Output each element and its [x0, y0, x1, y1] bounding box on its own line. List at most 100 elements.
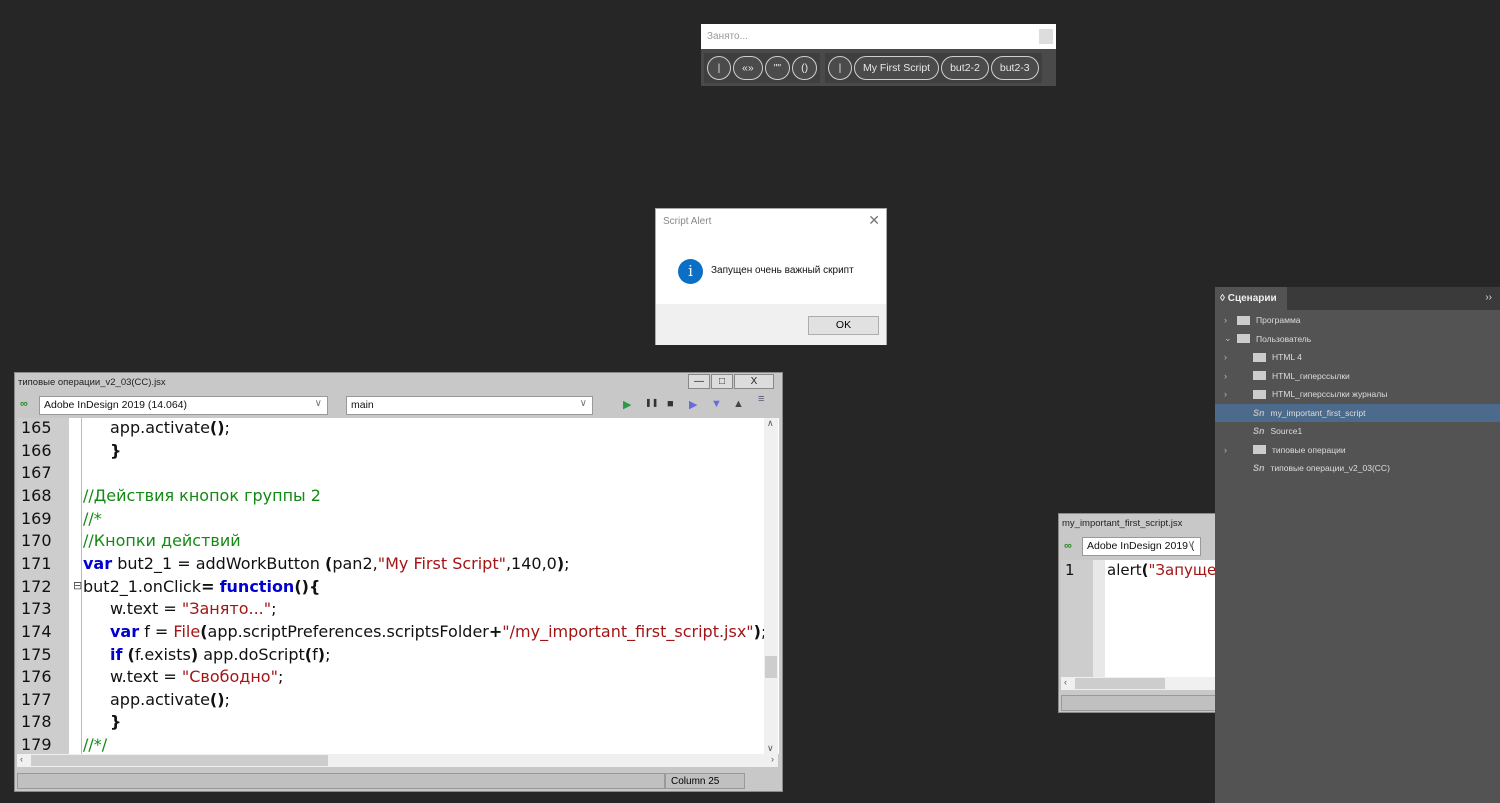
tree-item-label: HTML_гиперссылки — [1272, 370, 1350, 381]
code-token: app.doScript — [198, 644, 305, 664]
tree-item[interactable]: › HTML 4 — [1215, 348, 1500, 367]
palette-button[interactable]: but2-2 — [941, 56, 989, 80]
string: File — [173, 621, 201, 641]
line-number: 178 — [21, 712, 52, 732]
palette-button[interactable]: «» — [733, 56, 763, 80]
palette-button[interactable]: () — [792, 56, 818, 80]
folder-icon — [1253, 371, 1266, 381]
status-bar — [17, 773, 665, 789]
column-indicator: Column 25 — [665, 773, 745, 789]
code-token: (){ — [294, 576, 321, 596]
chevron-right-icon[interactable]: › — [1224, 389, 1227, 399]
dialog-footer: OK — [656, 304, 886, 345]
close-icon[interactable]: ✕ — [868, 212, 880, 229]
scrollbar-thumb[interactable] — [1075, 678, 1165, 689]
tree-item[interactable]: Sn my_important_first_script — [1215, 403, 1500, 422]
code-line: app.activate(); — [110, 418, 230, 437]
scrollbar-thumb[interactable] — [31, 755, 328, 766]
string: "My First Script" — [377, 553, 506, 573]
comment: //Кнопки действий — [83, 531, 241, 551]
minimize-button[interactable]: — — [688, 374, 710, 389]
link-icon[interactable]: ∞ — [20, 398, 28, 410]
button-group-1: | «» ""() — [704, 53, 821, 83]
scroll-left-icon[interactable]: ‹ — [20, 754, 23, 764]
horizontal-scrollbar[interactable]: ‹ › — [17, 754, 778, 767]
link-icon[interactable]: ∞ — [1064, 540, 1072, 552]
step-into-icon[interactable]: ▼ — [711, 398, 722, 410]
close-button[interactable]: X — [734, 374, 774, 389]
line-number: 169 — [21, 508, 52, 528]
options-menu-icon[interactable]: ≡ — [758, 393, 764, 405]
line-number: 174 — [21, 621, 52, 641]
chevron-right-icon[interactable]: › — [1224, 352, 1227, 362]
code-token: but2_1 = addWorkButton — [112, 553, 326, 573]
scrollbar-thumb[interactable] — [765, 656, 777, 678]
ok-button[interactable]: OK — [808, 316, 879, 335]
pause-icon[interactable]: ❚❚ — [645, 398, 658, 407]
scroll-up-icon[interactable]: ∧ — [767, 418, 774, 429]
chevron-right-icon[interactable]: › — [1224, 371, 1227, 381]
tree-item-label: HTML 4 — [1272, 352, 1302, 363]
scroll-left-icon[interactable]: ‹ — [1064, 677, 1067, 687]
code-token: ; — [564, 553, 570, 573]
code-editor[interactable]: 165 app.activate(); 166} 167 168//Действия к… — [17, 418, 779, 754]
code-line: var but2_1 = addWorkButton (pan2,"My Fir… — [83, 554, 570, 573]
line-number: 171 — [21, 553, 52, 573]
tab-scripts[interactable]: ◊ Сценарии — [1215, 287, 1287, 310]
tree-item-label: Программа — [1256, 315, 1301, 326]
scroll-right-icon[interactable]: › — [771, 754, 774, 764]
scroll-down-icon[interactable]: ∨ — [767, 743, 774, 754]
tree-item[interactable]: › типовые операции — [1215, 441, 1500, 460]
folder-icon — [1253, 445, 1266, 455]
tree-item[interactable]: › HTML_гиперссылки — [1215, 367, 1500, 386]
code-token: ; — [224, 418, 230, 437]
tree-item-label: Пользователь — [1256, 333, 1312, 344]
folder-icon — [1253, 389, 1266, 399]
code-token: ( — [127, 644, 135, 664]
run-icon[interactable]: ▶ — [623, 398, 631, 411]
code-token: app.activate — [110, 418, 210, 437]
tree-item[interactable]: › HTML_гиперссылки журналы — [1215, 385, 1500, 404]
palette-button[interactable]: My First Script — [854, 56, 940, 80]
tree-item[interactable]: › Программа — [1215, 311, 1500, 330]
tree-item[interactable]: Sn типовые операции_v2_03(CC) — [1215, 459, 1500, 478]
code-token: ; — [277, 667, 284, 687]
palette-button[interactable]: "" — [764, 56, 791, 80]
code-token: w.text = — [110, 667, 182, 687]
code-token: app.activate — [110, 689, 210, 709]
code-token: ; — [271, 599, 277, 619]
chevron-right-icon[interactable]: › — [1224, 315, 1227, 325]
line-number: 170 — [21, 531, 52, 551]
palette-button[interactable]: | — [828, 56, 852, 80]
code-token: app.scriptPreferences.scriptsFolder — [207, 621, 489, 641]
engine-select[interactable]: main ∨ — [346, 396, 593, 415]
tree-item-label: my_important_first_script — [1270, 407, 1366, 418]
code-line: //* — [83, 509, 102, 528]
stop-icon[interactable]: ■ — [667, 398, 674, 410]
alert-message: Запущен очень важный скрипт — [711, 265, 854, 276]
code-token: ( — [1141, 561, 1149, 579]
tree-item[interactable]: Sn Source1 — [1215, 422, 1500, 441]
target-app-select[interactable]: Adobe InDesign 2019 (∨ — [1082, 537, 1201, 556]
palette-button[interactable]: but2-3 — [990, 56, 1039, 80]
target-app-select[interactable]: Adobe InDesign 2019 (14.064) ∨ — [39, 396, 328, 415]
code-line: but2_1.onClick= function(){ — [83, 577, 320, 596]
step-out-icon[interactable]: ▲ — [733, 398, 744, 410]
status-field[interactable]: Занято... — [701, 24, 1056, 49]
code-line: //Кнопки действий — [83, 531, 241, 550]
keyword: var — [83, 553, 113, 573]
code-line: if (f.exists) app.doScript(f); — [110, 645, 330, 664]
fold-marker-icon[interactable]: ⊟ — [73, 579, 82, 592]
step-over-icon[interactable]: ▶ — [689, 398, 697, 411]
panel-menu-icon[interactable]: ›› — [1485, 292, 1492, 303]
vertical-scrollbar[interactable]: ∧ ∨ — [764, 418, 778, 754]
chevron-right-icon[interactable]: › — [1224, 445, 1227, 455]
maximize-button[interactable]: □ — [711, 374, 733, 389]
keyword: function — [219, 576, 295, 596]
code-token: ( — [304, 644, 313, 664]
tree-item[interactable]: ⌄ Пользователь — [1215, 330, 1500, 349]
chevron-down-icon[interactable]: ⌄ — [1224, 333, 1232, 344]
palette-button[interactable]: | — [707, 56, 731, 80]
field-button[interactable] — [1039, 29, 1053, 44]
code-token: () — [209, 418, 225, 437]
